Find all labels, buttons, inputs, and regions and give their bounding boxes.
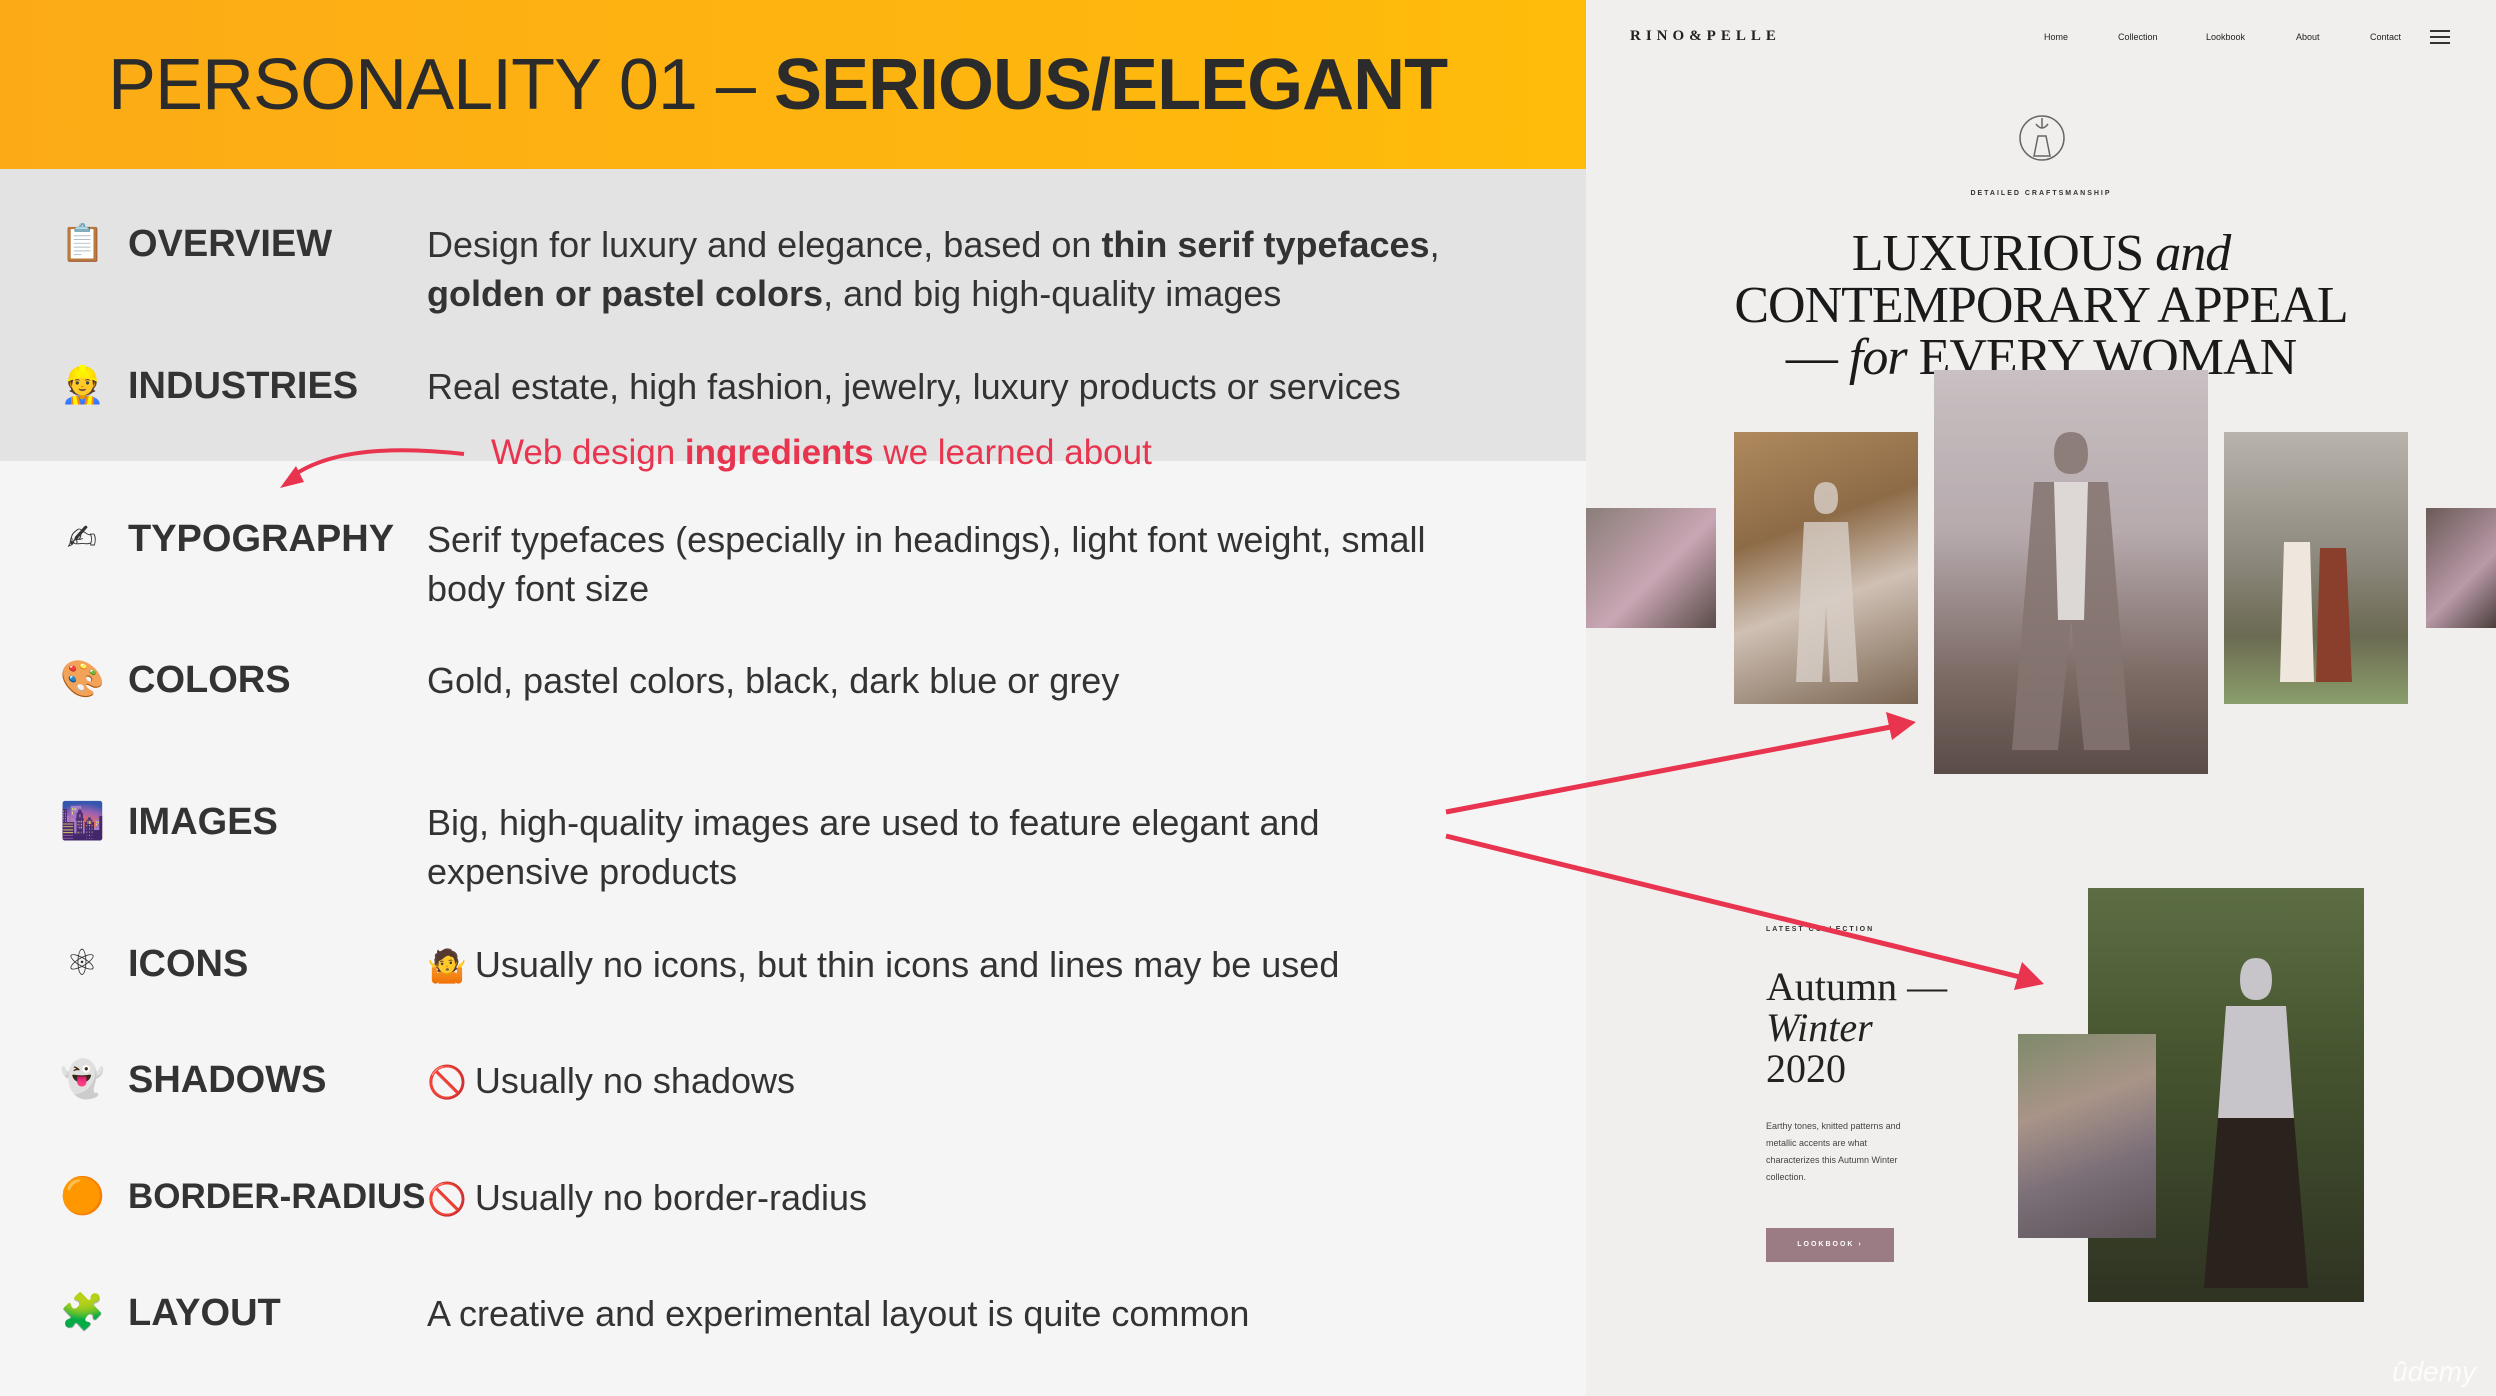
lookbook-button[interactable]: LOOKBOOK › bbox=[1766, 1228, 1894, 1262]
cityscape-icon: 🌆 bbox=[60, 801, 105, 842]
nav-collection[interactable]: Collection bbox=[2118, 32, 2158, 42]
nav-contact[interactable]: Contact bbox=[2370, 32, 2401, 42]
dress-emblem-icon bbox=[2019, 115, 2065, 161]
row-label: INDUSTRIES bbox=[128, 365, 359, 407]
row-description: Real estate, high fashion, jewelry, luxu… bbox=[427, 366, 1401, 407]
row-description: 🚫 Usually no shadows bbox=[427, 1060, 796, 1101]
site-logo[interactable]: RINO&PELLE bbox=[1630, 28, 1781, 45]
orange-circle-icon: 🟠 bbox=[60, 1176, 105, 1217]
photo-woman-pink-coat bbox=[1586, 508, 1716, 628]
row-description: Design for luxury and elegance, based on… bbox=[427, 224, 1440, 314]
palette-icon: 🎨 bbox=[60, 659, 105, 700]
site-headline: LUXURIOUS and CONTEMPORARY APPEAL — for … bbox=[1734, 225, 2348, 386]
row-label: ICONS bbox=[128, 943, 249, 985]
slide-title: PERSONALITY 01 – SERIOUS/ELEGANT bbox=[108, 45, 1448, 125]
prohibited-icon: 🚫 bbox=[427, 1180, 467, 1218]
row-description: 🚫 Usually no border-radius bbox=[427, 1177, 868, 1218]
title-bar: PERSONALITY 01 – SERIOUS/ELEGANT bbox=[0, 0, 1586, 169]
photo-woman-plaid-scarf bbox=[2018, 1034, 2156, 1238]
season-description: Earthy tones, knitted patterns and metal… bbox=[1766, 1121, 1901, 1182]
row-label: LAYOUT bbox=[128, 1292, 281, 1334]
website-mockup: RINO&PELLE Home Collection Lookbook Abou… bbox=[1586, 0, 2496, 1396]
shrug-icon: 🤷 bbox=[427, 947, 467, 985]
photo-two-women-ruins bbox=[2224, 432, 2408, 704]
row-description: Big, high-quality images are used to fea… bbox=[427, 802, 1320, 892]
row-description: Gold, pastel colors, black, dark blue or… bbox=[427, 660, 1120, 701]
season-title: Autumn — Winter 2020 bbox=[1766, 964, 1948, 1091]
site-tagline: DETAILED CRAFTSMANSHIP bbox=[1970, 190, 2112, 197]
figure-silhouette bbox=[1796, 482, 1858, 682]
row-label: SHADOWS bbox=[128, 1059, 327, 1101]
nav-lookbook[interactable]: Lookbook bbox=[2206, 32, 2245, 42]
row-label: IMAGES bbox=[128, 801, 278, 843]
hamburger-menu-icon[interactable] bbox=[2430, 30, 2450, 44]
photo-woman-edge bbox=[2426, 508, 2496, 628]
row-label: COLORS bbox=[128, 659, 291, 701]
photo-woman-stone-wall bbox=[1734, 432, 1918, 704]
row-description: Serif typefaces (especially in headings)… bbox=[427, 519, 1426, 609]
puzzle-icon: 🧩 bbox=[60, 1292, 105, 1333]
nav-about[interactable]: About bbox=[2296, 32, 2320, 42]
udemy-watermark: ûdemy bbox=[2392, 1356, 2477, 1387]
figure-silhouette bbox=[2280, 542, 2352, 682]
ingredients-annotation: Web design ingredients we learned about bbox=[491, 433, 1152, 472]
atom-icon: ⚛ bbox=[65, 943, 99, 984]
row-label: TYPOGRAPHY bbox=[128, 518, 395, 560]
prohibited-icon: 🚫 bbox=[427, 1063, 467, 1101]
slide-panel: PERSONALITY 01 – SERIOUS/ELEGANT 📋 OVERV… bbox=[0, 0, 1586, 1396]
worker-icon: 👷 bbox=[60, 365, 105, 406]
latest-collection-label: LATEST COLLECTION bbox=[1766, 926, 1875, 933]
writing-hand-icon: ✍ bbox=[66, 518, 98, 559]
figure-silhouette bbox=[2012, 432, 2130, 750]
ghost-icon: 👻 bbox=[60, 1059, 105, 1100]
row-description: A creative and experimental layout is qu… bbox=[427, 1293, 1250, 1334]
row-label: BORDER-RADIUS bbox=[128, 1177, 426, 1216]
row-description: 🤷 Usually no icons, but thin icons and li… bbox=[427, 944, 1340, 985]
nav-home[interactable]: Home bbox=[2044, 32, 2068, 42]
clipboard-icon: 📋 bbox=[60, 223, 105, 264]
row-label: OVERVIEW bbox=[128, 223, 333, 265]
photo-woman-long-coat bbox=[1934, 370, 2208, 774]
